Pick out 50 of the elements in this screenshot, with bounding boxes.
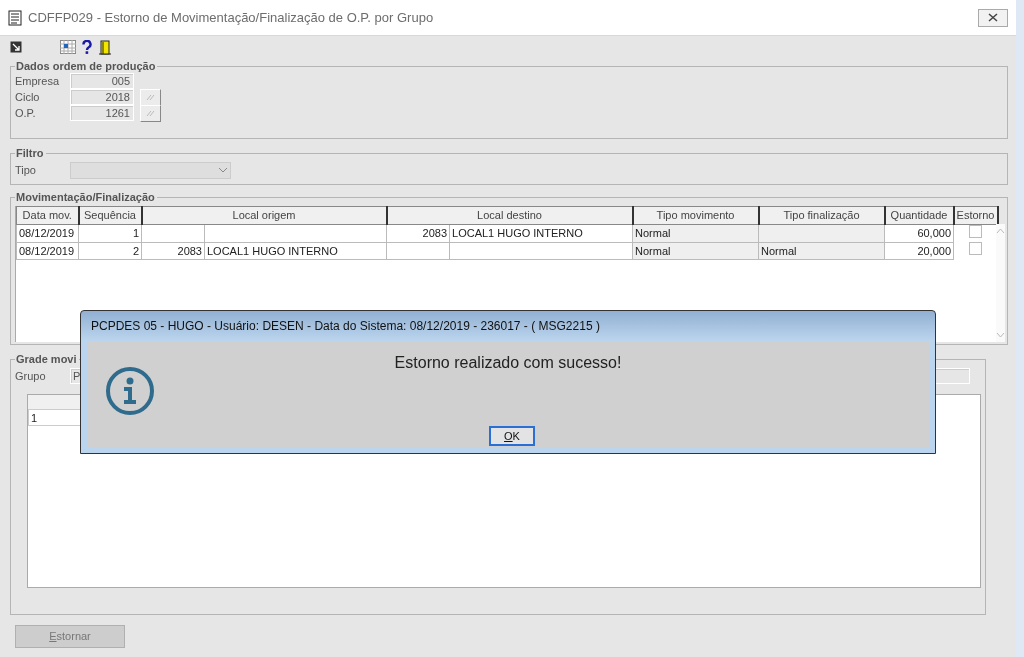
section-title: Dados ordem de produção — [15, 59, 158, 73]
chevron-down-icon — [996, 332, 1005, 338]
field-label: O.P. — [15, 105, 37, 121]
table-cell: 20,000 — [884, 242, 954, 260]
help-icon[interactable] — [82, 40, 92, 54]
table-cell: LOCAL1 HUGO INTERNO — [204, 242, 387, 260]
door-exit-icon[interactable] — [98, 39, 112, 55]
ok-button[interactable]: OK — [489, 426, 535, 446]
table-cell: 2083 — [386, 224, 450, 242]
table-cell: 2083 — [141, 242, 205, 260]
chevron-down-icon — [218, 167, 228, 173]
column-header[interactable]: Tipo finalização — [758, 206, 885, 224]
column-header[interactable]: Local destino — [386, 206, 633, 224]
table-cell: 1 — [78, 224, 142, 242]
column-header[interactable]: Data mov. — [16, 206, 79, 224]
info-icon — [105, 366, 155, 416]
export-icon[interactable] — [10, 41, 22, 53]
window-title: CDFFP029 - Estorno de Movimentação/Finalização de O.P. por Grupo — [28, 8, 434, 27]
column-header[interactable]: Quantidade — [884, 206, 954, 224]
checkbox[interactable] — [969, 242, 983, 255]
lookup-button[interactable] — [140, 88, 161, 106]
field-label: Empresa — [15, 73, 61, 89]
column-header[interactable]: Estorno — [953, 206, 998, 224]
column-header[interactable]: Local origem — [141, 206, 387, 224]
close-button[interactable] — [978, 8, 1008, 27]
input-field[interactable]: 005 — [70, 73, 134, 89]
section-title: Grade movi — [15, 352, 79, 366]
input-field[interactable]: 2018 — [70, 89, 134, 105]
chevron-up-icon — [996, 228, 1005, 234]
scrollbar[interactable] — [996, 224, 1005, 342]
field-label: Ciclo — [15, 89, 41, 105]
field-label: Tipo — [15, 162, 37, 178]
section-title: Filtro — [15, 146, 46, 160]
document-icon — [8, 9, 22, 26]
input-field[interactable]: 1261 — [70, 105, 134, 121]
section-title: Movimentação/Finalização — [15, 190, 157, 204]
lookup-icon — [146, 93, 155, 101]
calendar-icon[interactable] — [60, 40, 76, 54]
table-cell: 08/12/2019 — [16, 242, 79, 260]
dialog-title: PCPDES 05 - HUGO - Usuário: DESEN - Data do Sistema: 08/12/2019 - 236017 - ( MSG2215 ) — [90, 318, 601, 335]
column-header[interactable]: Sequência — [78, 206, 142, 224]
field-label: Grupo — [15, 368, 47, 384]
table-cell: 60,000 — [884, 224, 954, 242]
close-icon — [988, 13, 998, 22]
table-cell: LOCAL1 HUGO INTERNO — [449, 224, 633, 242]
column-header[interactable]: Tipo movimento — [632, 206, 759, 224]
dialog-message: Estorno realizado com sucesso! — [393, 353, 623, 373]
lookup-icon — [146, 109, 155, 117]
table-cell: 2 — [78, 242, 142, 260]
table-cell: 08/12/2019 — [16, 224, 79, 242]
